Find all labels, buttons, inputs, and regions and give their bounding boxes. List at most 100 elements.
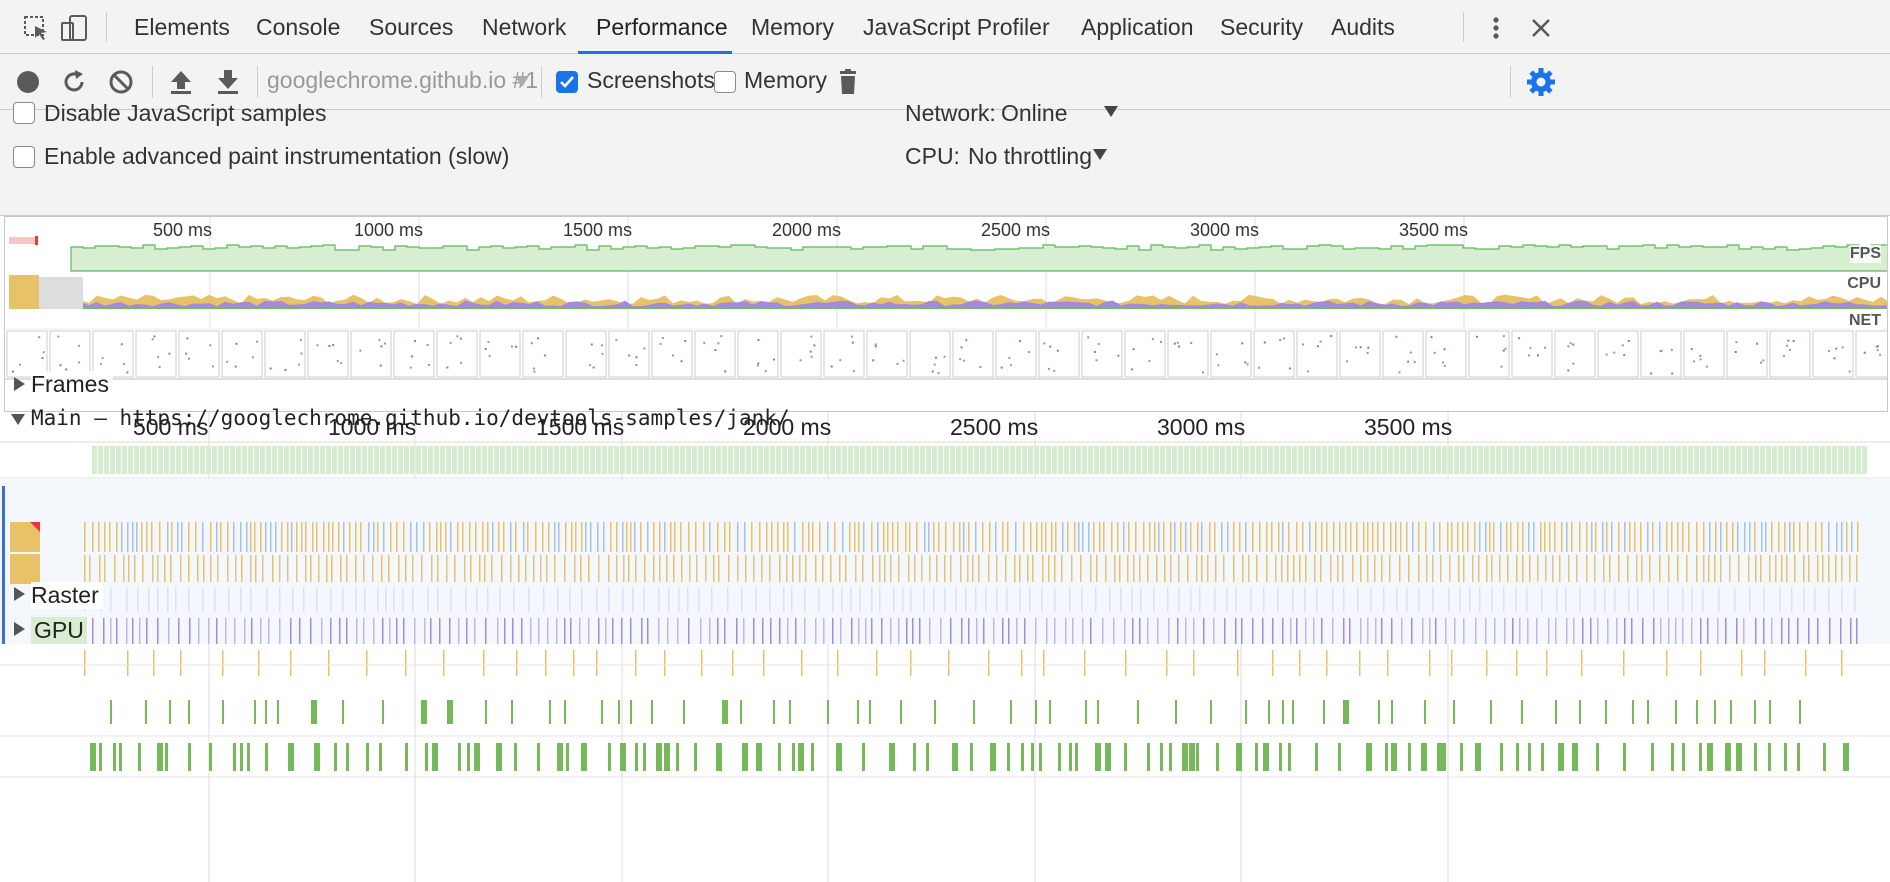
thumbnail-dot: [1621, 344, 1624, 347]
gpu-event: [99, 743, 102, 771]
thumbnail-dot: [1650, 372, 1653, 375]
collapse-arrow-icon[interactable]: [11, 414, 25, 425]
record-icon[interactable]: [12, 66, 44, 98]
tab-javascript-profiler[interactable]: JavaScript Profiler: [863, 0, 1050, 54]
gpu-event: [514, 743, 517, 771]
device-toolbar-icon[interactable]: [60, 14, 88, 42]
main-thread-event: [1135, 522, 1137, 552]
main-thread-event: [1433, 522, 1435, 552]
thumbnail-dot: [384, 342, 387, 345]
main-track-label[interactable]: Main — https://googlechrome.github.io/de…: [31, 406, 790, 430]
gpu-event: [635, 743, 638, 771]
frame-bar: [206, 446, 211, 474]
main-thread-event: [1856, 555, 1858, 582]
frame-bar: [1616, 446, 1621, 474]
timeline-overview[interactable]: 500 ms 1000 ms 1500 ms 2000 ms 2500 ms 3…: [4, 216, 1888, 412]
frame-bar: [1556, 446, 1561, 474]
screenshots-checkbox[interactable]: [556, 71, 578, 93]
tab-sources[interactable]: Sources: [369, 0, 453, 54]
main-thread-event: [1418, 555, 1420, 582]
gear-icon[interactable]: [1525, 66, 1557, 98]
screenshot-thumbnail: [823, 330, 865, 378]
thumbnail-dot: [298, 363, 301, 366]
frame-bar: [1334, 446, 1339, 474]
overview-tick: 1500 ms: [563, 220, 633, 240]
main-thread-event: [1671, 522, 1673, 552]
tab-application[interactable]: Application: [1081, 0, 1194, 54]
tab-elements[interactable]: Elements: [134, 0, 230, 54]
main-thread-event: [316, 522, 318, 552]
disable-js-samples-checkbox[interactable]: [13, 102, 35, 124]
raster-event: [1268, 700, 1270, 724]
thumbnail-dot: [1359, 346, 1362, 349]
raster-track-label[interactable]: Raster: [31, 582, 103, 609]
frames-track-label[interactable]: Frames: [31, 371, 113, 398]
inspect-element-icon[interactable]: [22, 14, 50, 42]
thumbnail-dot: [59, 364, 62, 367]
chevron-down-icon[interactable]: [1104, 106, 1118, 118]
main-thread-event: [1472, 555, 1474, 582]
advanced-paint-checkbox[interactable]: [13, 146, 35, 168]
thumbnail-dot: [515, 345, 518, 348]
main-thread-event: [622, 522, 624, 552]
raster-event: [1210, 700, 1212, 724]
expand-arrow-icon[interactable]: [14, 622, 25, 636]
frame-bar: [338, 446, 343, 474]
frame-bar: [194, 446, 199, 474]
main-thread-event: [1425, 522, 1427, 552]
main-thread-event: [1305, 618, 1307, 644]
main-thread-event: [608, 555, 610, 582]
frame-bar: [218, 446, 223, 474]
frame-bar: [1550, 446, 1555, 474]
thumbnail-dot: [852, 369, 855, 372]
tab-audits[interactable]: Audits: [1331, 0, 1395, 54]
expand-arrow-icon[interactable]: [14, 377, 25, 391]
gpu-event: [314, 743, 320, 771]
raster-event: [169, 700, 171, 724]
thumbnail-dot: [643, 347, 646, 350]
profile-select[interactable]: googlechrome.github.io #1: [267, 67, 538, 94]
load-profile-icon[interactable]: [165, 66, 197, 98]
main-thread-event: [1027, 555, 1029, 582]
tab-console[interactable]: Console: [256, 0, 340, 54]
clear-icon[interactable]: [105, 66, 137, 98]
main-thread-event: [171, 522, 173, 552]
main-thread-event: [759, 522, 761, 552]
tab-performance[interactable]: Performance: [578, 0, 732, 54]
main-thread-event: [556, 618, 558, 644]
tab-security[interactable]: Security: [1220, 0, 1303, 54]
chevron-down-icon[interactable]: [1093, 149, 1107, 161]
main-thread-event: [929, 555, 931, 582]
raster-event: [311, 700, 317, 724]
frame-bar: [386, 446, 391, 474]
network-throttle-select[interactable]: Online: [1001, 100, 1067, 127]
close-icon[interactable]: [1527, 14, 1555, 42]
main-thread-event: [834, 522, 836, 552]
gpu-track-label[interactable]: GPU: [31, 617, 87, 644]
main-thread-event: [1103, 522, 1105, 552]
gpu-event: [240, 743, 243, 771]
main-thread-event: [469, 522, 471, 552]
frame-bar: [608, 446, 613, 474]
main-thread-event: [1582, 618, 1584, 644]
frame-bar: [1370, 446, 1375, 474]
tab-network[interactable]: Network: [482, 0, 566, 54]
thumbnail-dot: [1176, 341, 1179, 344]
kebab-menu-icon[interactable]: [1482, 14, 1510, 42]
save-profile-icon[interactable]: [212, 66, 244, 98]
frame-bar: [188, 446, 193, 474]
tab-memory[interactable]: Memory: [751, 0, 834, 54]
main-thread-event: [1709, 522, 1711, 552]
reload-icon[interactable]: [58, 66, 90, 98]
expand-arrow-icon[interactable]: [14, 587, 25, 601]
trash-icon[interactable]: [832, 66, 864, 98]
main-thread-event: [412, 587, 414, 612]
frame-bar: [740, 446, 745, 474]
cpu-throttle-select[interactable]: No throttling: [968, 143, 1092, 170]
main-thread-event: [1048, 555, 1050, 582]
screenshot-thumbnail: [1640, 330, 1682, 378]
main-thread-event: [414, 618, 416, 644]
flame-chart[interactable]: 500 ms 1000 ms 1500 ms 2000 ms 2500 ms 3…: [0, 412, 1890, 882]
memory-checkbox[interactable]: [714, 71, 736, 93]
thumbnail-dot: [1190, 342, 1193, 345]
